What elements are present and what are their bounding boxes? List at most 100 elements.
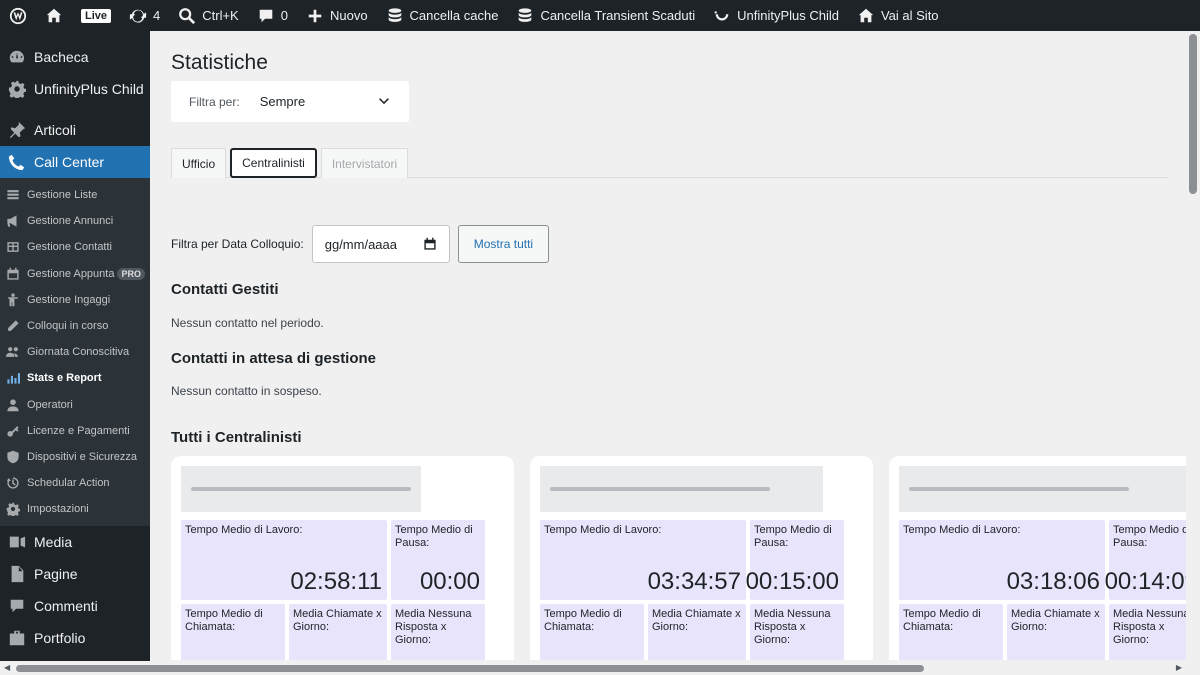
submenu-item-gestione-annunci[interactable]: Gestione Annunci [0,208,150,234]
comment-icon [10,600,24,613]
stat-no-answer-per-day: Media Nessuna Risposta x Giorno: [1109,604,1186,660]
sidebar-item-portfolio[interactable]: Portfolio [0,622,150,654]
submenu-item-colloqui[interactable]: Colloqui in corso [0,313,150,339]
comments-link[interactable]: 0 [248,0,297,31]
horizontal-scrollbar[interactable]: ◀ ▶ [0,661,1200,675]
sidebar-item-pagine[interactable]: Pagine [0,558,150,590]
submenu-item-operatori[interactable]: Operatori [0,392,150,418]
vertical-scroll-thumb[interactable] [1189,34,1197,194]
visit-site-link[interactable]: Vai al Sito [848,0,948,31]
submenu-label: Impostazioni [27,503,89,516]
period-filter[interactable]: Filtra per: Sempre [171,81,409,122]
stat-value: 03:18:06 [1006,568,1100,595]
clear-cache-link[interactable]: Cancella cache [377,0,508,31]
updates-link[interactable]: 4 [120,0,169,31]
stat-calls-per-day: Media Chiamate x Giorno: [648,604,746,660]
scroll-left-arrow-icon[interactable]: ◀ [4,663,10,672]
smile-icon [714,10,729,20]
submenu-item-licenze[interactable]: Licenze e Pagamenti [0,418,150,444]
stat-call-time: Tempo Medio di Chiamata: [899,604,1003,660]
operator-name-placeholder [899,466,1186,512]
all-operators-title: Tutti i Centralinisti [171,429,302,446]
stat-work-time: Tempo Medio di Lavoro: 02:58:11 [181,520,387,600]
tab-centralinisti[interactable]: Centralinisti [230,148,317,178]
submenu-item-gestione-contatti[interactable]: Gestione Contatti [0,234,150,260]
phone-icon [8,154,25,171]
theme-link[interactable]: UnfinityPlus Child [704,0,848,31]
submenu-item-dispositivi[interactable]: Dispositivi e Sicurezza [0,444,150,470]
home-icon[interactable] [36,0,72,31]
chevron-down-icon [379,97,389,104]
sidebar-item-commenti[interactable]: Commenti [0,590,150,622]
stat-label: Tempo Medio di Lavoro: [903,524,1021,536]
pending-contacts-title: Contatti in attesa di gestione [171,350,377,367]
clear-cache-label: Cancella cache [409,8,499,23]
tab-ufficio[interactable]: Ufficio [171,148,227,178]
submenu-label: Gestione Liste [27,189,98,202]
date-filter-label: Filtra per Data Colloquio: [171,237,304,251]
home-icon [858,8,874,22]
stat-pause-time: Tempo Medio di Pausa: 00:15:00 [746,520,844,600]
stat-pause-time: Tempo Medio di Pausa: 00:14:09 [1105,520,1186,600]
calendar-icon [7,267,19,280]
sidebar-item-call-center[interactable]: Call Center [0,146,150,178]
tab-intervistatori[interactable]: Intervistatori [320,148,409,178]
gear-icon [8,80,26,98]
search-icon [179,7,196,24]
submenu-item-gestione-ingaggi[interactable]: Gestione Ingaggi [0,287,150,313]
operator-card: Tempo Medio di Lavoro: 03:18:06 Tempo Med… [889,456,1186,660]
sidebar-label: Call Center [34,154,105,170]
vertical-scrollbar[interactable] [1186,31,1200,660]
comments-count: 0 [280,8,288,23]
submenu-item-schedular[interactable]: Schedular Action [0,470,150,496]
search-shortcut[interactable]: Ctrl+K [169,0,247,31]
database-icon [388,7,401,22]
sidebar-item-bacheca[interactable]: Bacheca [0,41,150,73]
stat-label: Tempo Medio di Chiamata: [903,608,981,633]
calendar-icon [424,237,436,250]
date-input[interactable]: gg/mm/aaaa [311,225,450,263]
filter-select-value[interactable]: Sempre [260,94,377,109]
gear-icon [6,503,20,517]
horizontal-scroll-thumb[interactable] [16,665,924,672]
live-badge[interactable]: Live [72,0,120,31]
scroll-right-arrow-icon[interactable]: ▶ [1176,663,1182,672]
dashboard-icon [9,50,24,63]
sidebar-item-media[interactable]: Media [0,526,150,558]
pro-badge: PRO [117,267,145,280]
plus-icon [308,9,322,22]
submenu-label: Gestione Appunta [27,267,115,280]
user-icon [7,398,19,411]
sidebar-label: Bacheca [34,49,89,65]
stat-calls-per-day: Media Chiamate x Giorno: [1007,604,1105,660]
sidebar-label: Portfolio [34,630,86,647]
stat-label: Tempo Medio di Pausa: [395,524,473,549]
key-icon [7,425,19,437]
operator-name-placeholder [540,466,823,512]
clear-transient-link[interactable]: Cancella Transient Scaduti [507,0,704,31]
submenu-item-giornata[interactable]: Giornata Conoscitiva [0,339,150,365]
sidebar-item-theme[interactable]: UnfinityPlus Child [0,73,150,105]
date-placeholder: gg/mm/aaaa [324,236,397,252]
submenu-item-impostazioni[interactable]: Impostazioni [0,496,150,522]
submenu-item-gestione-appuntamenti[interactable]: Gestione Appunta PRO [0,261,150,287]
submenu-label: Colloqui in corso [27,320,109,333]
history-icon [6,477,19,489]
submenu-item-gestione-liste[interactable]: Gestione Liste [0,182,150,208]
submenu-label: Giornata Conoscitiva [27,346,130,359]
sidebar-label: UnfinityPlus Child [34,81,144,97]
pin-icon [9,121,26,139]
stat-no-answer-per-day: Media Nessuna Risposta x Giorno: [391,604,485,660]
stat-call-time: Tempo Medio di Chiamata: [540,604,644,660]
submenu-item-stats-report[interactable]: Stats e Report [0,365,150,391]
group-icon [6,347,18,358]
new-link[interactable]: Nuovo [297,0,377,31]
sidebar-label: Commenti [34,598,98,615]
stat-calls-per-day: Media Chiamate x Giorno: [289,604,387,660]
sidebar-item-articoli[interactable]: Articoli [0,114,150,146]
show-all-button[interactable]: Mostra tutti [457,225,550,263]
main-content: Statistiche Filtra per: Sempre Ufficio C… [150,31,1186,660]
stat-work-time: Tempo Medio di Lavoro: 03:18:06 [899,520,1105,600]
wordpress-logo-icon[interactable] [0,0,36,31]
admin-bar: Live 4 Ctrl+K 0 Nuovo Cancella cache Can… [0,0,1200,31]
